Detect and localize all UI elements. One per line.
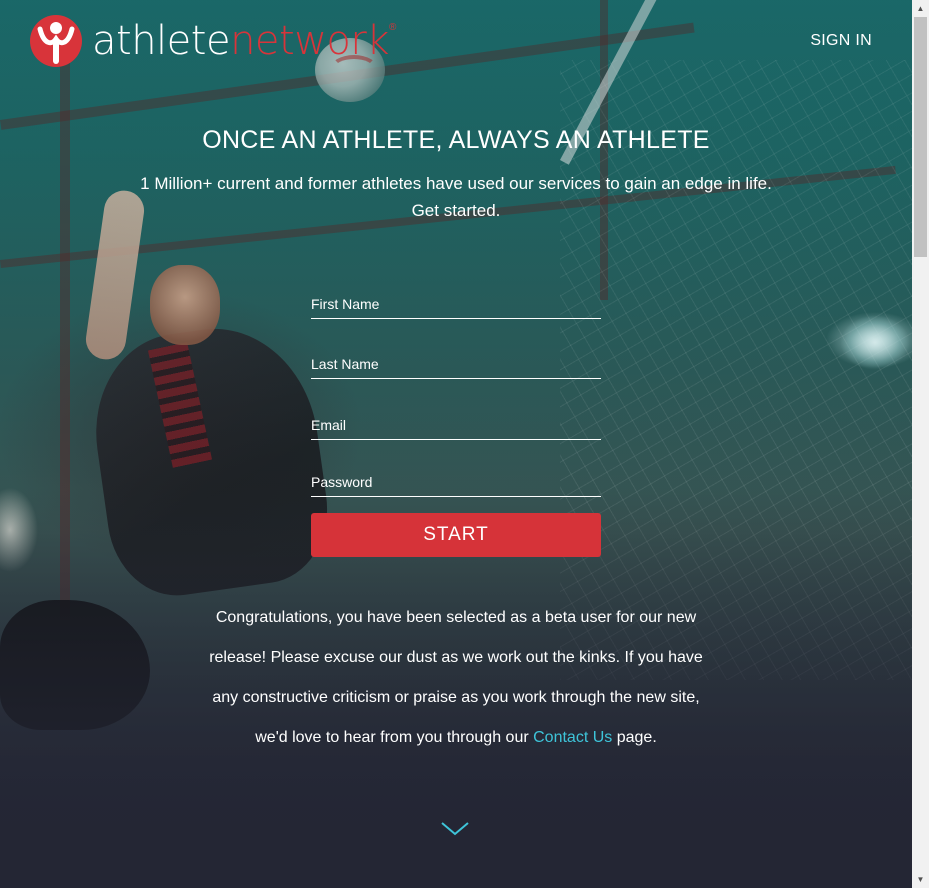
- contact-us-link[interactable]: Contact Us: [533, 729, 612, 746]
- first-name-field-wrapper: First Name: [311, 290, 601, 319]
- vertical-scrollbar[interactable]: ▲ ▼: [912, 0, 929, 888]
- beta-message-text-end: page.: [616, 729, 657, 746]
- start-button[interactable]: START: [311, 513, 601, 557]
- landing-page: athlete network ® SIGN IN ONCE AN ATHLET…: [0, 0, 929, 888]
- chevron-down-icon[interactable]: [440, 818, 470, 838]
- sign-in-link[interactable]: SIGN IN: [810, 32, 872, 50]
- logo-registered-mark: ®: [389, 22, 397, 33]
- subheadline-line-1: 1 Million+ current and former athletes h…: [140, 174, 772, 193]
- scroll-down-arrow-icon[interactable]: ▼: [912, 871, 929, 888]
- beta-user-message: Congratulations, you have been selected …: [196, 598, 716, 758]
- logo-mark-icon: [30, 15, 82, 67]
- last-name-field-wrapper: Last Name: [311, 350, 601, 379]
- last-name-field[interactable]: [311, 350, 601, 378]
- beta-message-text: Congratulations, you have been selected …: [209, 609, 703, 746]
- email-field[interactable]: [311, 411, 601, 439]
- logo-wordmark-network: network: [230, 18, 390, 64]
- page-headline: ONCE AN ATHLETE, ALWAYS AN ATHLETE: [202, 126, 710, 154]
- password-field[interactable]: [311, 468, 601, 496]
- password-field-wrapper: Password: [311, 468, 601, 497]
- hero-subheadline: 1 Million+ current and former athletes h…: [106, 170, 806, 224]
- first-name-field[interactable]: [311, 290, 601, 318]
- scrollbar-thumb[interactable]: [914, 17, 927, 257]
- email-field-wrapper: Email: [311, 411, 601, 440]
- subheadline-line-2: Get started.: [411, 201, 501, 220]
- scroll-up-arrow-icon[interactable]: ▲: [912, 0, 929, 17]
- athlete-network-logo[interactable]: athlete network ®: [30, 14, 396, 68]
- logo-wordmark-athlete: athlete: [92, 18, 231, 64]
